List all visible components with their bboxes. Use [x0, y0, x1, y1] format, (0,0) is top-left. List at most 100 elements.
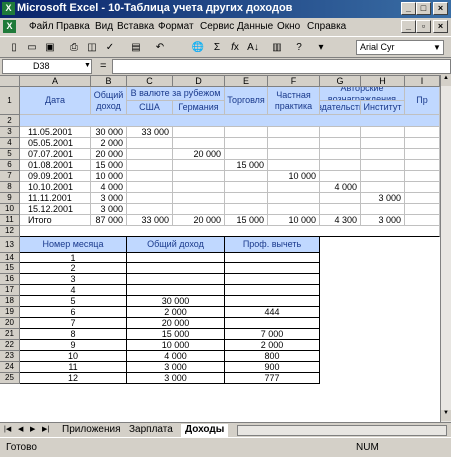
t2-cell[interactable]: 9	[20, 340, 127, 351]
t1-cell[interactable]	[361, 204, 405, 215]
row-header-25[interactable]: 25	[0, 373, 20, 384]
t2-cell[interactable]: 3 000	[127, 362, 225, 373]
t1-cell[interactable]: 10 000	[91, 171, 127, 182]
t2-cell[interactable]: 15 000	[127, 329, 225, 340]
t1-cell[interactable]	[225, 193, 268, 204]
row-header-5[interactable]: 5	[0, 149, 20, 160]
font-select[interactable]: Arial Cyr	[356, 40, 444, 55]
t1-cell[interactable]	[320, 171, 361, 182]
t1-cell[interactable]	[127, 171, 173, 182]
t1-cell-extra[interactable]	[405, 204, 440, 215]
t1-cell[interactable]: 33 000	[127, 215, 173, 226]
t2-cell[interactable]: 11	[20, 362, 127, 373]
t1-cell[interactable]	[225, 182, 268, 193]
t1-cell[interactable]	[320, 193, 361, 204]
open-icon[interactable]: ▭	[24, 40, 40, 55]
t2-cell[interactable]: 2 000	[127, 307, 225, 318]
row-header-9[interactable]: 9	[0, 193, 20, 204]
row-header-14[interactable]: 14	[0, 253, 20, 263]
t2-cell[interactable]: 4 000	[127, 351, 225, 362]
t1-cell[interactable]	[268, 127, 320, 138]
doc-icon[interactable]: X	[3, 20, 16, 33]
row-header-1[interactable]: 1	[0, 87, 20, 115]
row-header-16[interactable]: 16	[0, 274, 20, 285]
t2-cell[interactable]	[225, 253, 320, 263]
t2-cell[interactable]: 3 000	[127, 373, 225, 384]
t1-cell[interactable]: 20 000	[91, 149, 127, 160]
row-header-22[interactable]: 22	[0, 340, 20, 351]
t2-cell[interactable]	[127, 263, 225, 274]
horizontal-scrollbar[interactable]	[237, 425, 447, 436]
row-header-3[interactable]: 3	[0, 127, 20, 138]
t2-cell[interactable]: 7	[20, 318, 127, 329]
row-header-4[interactable]: 4	[0, 138, 20, 149]
menu-tools[interactable]: Сервис	[200, 21, 234, 32]
row-header-8[interactable]: 8	[0, 182, 20, 193]
t2-cell[interactable]: 2	[20, 263, 127, 274]
column-header-A[interactable]: A	[20, 76, 91, 87]
t1-cell[interactable]	[173, 138, 225, 149]
t1-cell[interactable]: 33 000	[127, 127, 173, 138]
t1-cell[interactable]: 15.12.2001	[20, 204, 91, 215]
fx-equals[interactable]: =	[100, 60, 106, 72]
t1-cell[interactable]	[320, 204, 361, 215]
t2-cell[interactable]	[225, 263, 320, 274]
scroll-up-icon[interactable]: ▲	[441, 75, 451, 86]
tab-zarplata[interactable]: Зарплата	[125, 424, 177, 437]
column-header-F[interactable]: F	[268, 76, 320, 87]
row-header-11[interactable]: 11	[0, 215, 20, 226]
t1-cell-extra[interactable]	[405, 160, 440, 171]
row-header-15[interactable]: 15	[0, 263, 20, 274]
t1-cell[interactable]: 87 000	[91, 215, 127, 226]
t1-cell[interactable]	[173, 193, 225, 204]
row-header-10[interactable]: 10	[0, 204, 20, 215]
menu-window[interactable]: Окно	[277, 21, 300, 32]
t1-cell[interactable]: 10 000	[268, 171, 320, 182]
t1-cell[interactable]	[127, 204, 173, 215]
t1-cell-extra[interactable]	[405, 215, 440, 226]
blank-row-12[interactable]	[20, 226, 440, 237]
row-header-24[interactable]: 24	[0, 362, 20, 373]
t2-cell[interactable]: 8	[20, 329, 127, 340]
t1-cell[interactable]: 01.08.2001	[20, 160, 91, 171]
t1-cell[interactable]	[173, 127, 225, 138]
t1-cell[interactable]: 11.11.2001	[20, 193, 91, 204]
t1-cell[interactable]	[127, 138, 173, 149]
tab-prilozheniya[interactable]: Приложения	[58, 424, 125, 437]
t2-cell[interactable]: 800	[225, 351, 320, 362]
t1-cell[interactable]: 11.05.2001	[20, 127, 91, 138]
t1-cell-extra[interactable]	[405, 171, 440, 182]
t2-cell[interactable]: 777	[225, 373, 320, 384]
row-header-6[interactable]: 6	[0, 160, 20, 171]
t1-cell[interactable]: 10.10.2001	[20, 182, 91, 193]
doc-close-button[interactable]: ×	[433, 20, 448, 33]
t2-cell[interactable]: 30 000	[127, 296, 225, 307]
prev-sheet-icon[interactable]: ◀	[18, 425, 23, 433]
t2-cell[interactable]: 20 000	[127, 318, 225, 329]
save-icon[interactable]: ▣	[42, 40, 58, 55]
t1-cell[interactable]	[173, 204, 225, 215]
column-header-D[interactable]: D	[173, 76, 225, 87]
column-header-H[interactable]: H	[361, 76, 405, 87]
t2-cell[interactable]: 4	[20, 285, 127, 296]
help-icon[interactable]: ?	[291, 40, 307, 55]
t1-cell[interactable]	[127, 160, 173, 171]
t2-cell[interactable]	[127, 253, 225, 263]
t1-cell[interactable]: 4 300	[320, 215, 361, 226]
t2-cell[interactable]: 900	[225, 362, 320, 373]
preview-icon[interactable]: ◫	[84, 40, 100, 55]
function-icon[interactable]: fx	[227, 40, 243, 55]
vertical-scrollbar[interactable]: ▲ ▼	[440, 75, 451, 422]
t2-cell[interactable]	[225, 318, 320, 329]
t1-cell[interactable]	[361, 127, 405, 138]
row-header-19[interactable]: 19	[0, 307, 20, 318]
t1-cell[interactable]	[225, 149, 268, 160]
sort-asc-icon[interactable]: A↓	[245, 40, 261, 55]
t1-cell[interactable]	[320, 149, 361, 160]
row-header-23[interactable]: 23	[0, 351, 20, 362]
row-header-18[interactable]: 18	[0, 296, 20, 307]
t1-cell[interactable]	[127, 193, 173, 204]
t2-cell[interactable]: 2 000	[225, 340, 320, 351]
row-header-7[interactable]: 7	[0, 171, 20, 182]
t1-cell-extra[interactable]	[405, 149, 440, 160]
